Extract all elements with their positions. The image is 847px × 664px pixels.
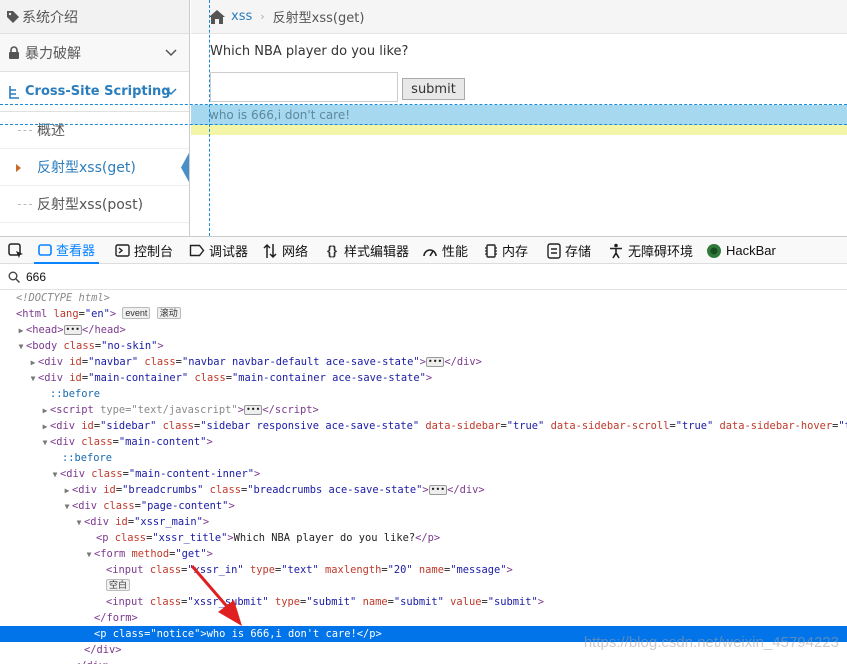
tree-line-before[interactable]: ::before — [0, 386, 847, 402]
tab-memory[interactable]: 内存 — [484, 237, 528, 264]
inspector-icon — [38, 243, 52, 256]
tree-line-doctype[interactable]: <!DOCTYPE html> — [0, 290, 847, 306]
tab-label: 内存 — [502, 244, 529, 259]
tab-network[interactable]: 网络 — [262, 237, 308, 264]
console-icon — [115, 244, 130, 257]
tree-line-whitespace[interactable]: 空白 — [0, 578, 847, 594]
sidebar-subitem-partial — [0, 223, 189, 236]
network-icon — [263, 243, 277, 258]
question-text: Which NBA player do you like? — [210, 44, 409, 59]
tab-label: HackBar — [726, 243, 776, 258]
tree-line-breadcrumbs[interactable]: ▶ <div id="breadcrumbs" class="breadcrumb… — [0, 482, 847, 498]
tree-line-xssr-main[interactable]: ▼ <div id="xssr_main"> — [0, 514, 847, 530]
tree-line-form-close[interactable]: </form> — [0, 610, 847, 626]
tag-icon — [7, 10, 19, 23]
breadcrumb-current: 反射型xss(get) — [272, 11, 365, 26]
accessibility-icon — [610, 243, 622, 258]
sidebar-item-label: 系统介绍 — [22, 9, 78, 26]
sidebar-item-xss[interactable]: Cross-Site Scripting — [0, 72, 189, 112]
active-arrow-icon — [181, 152, 189, 183]
tree-line-head[interactable]: ▶ <head> ••• </head> — [0, 322, 847, 338]
annotation-arrow — [190, 565, 242, 626]
inspector-guide-vertical — [209, 0, 210, 236]
breadcrumb-separator: › — [260, 10, 265, 23]
whitespace-badge[interactable]: 空白 — [106, 579, 131, 591]
sidebar-item-label: 暴力破解 — [25, 45, 81, 62]
submit-button[interactable]: submit — [402, 78, 465, 100]
search-icon — [8, 271, 20, 283]
breadcrumb-link-xss[interactable]: xss — [231, 9, 252, 24]
notice-text: who is 666,i don't care! — [209, 108, 351, 122]
tab-debugger[interactable]: 调试器 — [189, 237, 248, 264]
tab-inspector[interactable]: 查看器 — [34, 237, 100, 264]
tree-line-input-text[interactable]: <input class="xssr_in" type="text" maxle… — [0, 562, 847, 578]
sidebar-subitem-label: 反射型xss(get) — [37, 160, 136, 176]
tree-line-sidebar[interactable]: ▶ <div id="sidebar" class="sidebar respon… — [0, 418, 847, 434]
breadcrumb: xss › 反射型xss(get) — [191, 0, 847, 34]
tab-label: 样式编辑器 — [344, 244, 410, 259]
watermark-text: https://blog.csdn.net/weixin_45794223 — [583, 634, 839, 651]
tree-line-script[interactable]: ▶ <script type="text/javascript"> ••• </scr… — [0, 402, 847, 418]
sidebar-item-intro[interactable]: 系统介绍 — [0, 0, 189, 34]
sidebar-subitem-reflected-get[interactable]: 反射型xss(get) — [0, 149, 189, 186]
event-badge[interactable]: event — [122, 307, 151, 319]
sidebar: 系统介绍 暴力破解 Cross-Site Scripting 概述 反射型xss… — [0, 0, 190, 236]
braces-icon: {} — [326, 243, 338, 258]
sidebar-subitem-reflected-post[interactable]: 反射型xss(post) — [0, 186, 189, 223]
chevron-down-icon — [165, 87, 177, 95]
html-search-box[interactable]: 666 — [0, 264, 847, 290]
sidebar-subitem-overview[interactable]: 概述 — [0, 112, 189, 149]
tree-line-html[interactable]: <html lang="en"> event 滚动 — [0, 306, 847, 322]
screenshot: 系统介绍 暴力破解 Cross-Site Scripting 概述 反射型xss… — [0, 0, 847, 664]
inspector-guide-bottom — [0, 124, 847, 125]
inspector-guide-top — [0, 104, 847, 105]
sidebar-subitem-label: 反射型xss(post) — [37, 197, 144, 213]
tab-label: 无障碍环境 — [628, 244, 694, 259]
gauge-icon — [423, 248, 437, 256]
sidebar-subitem-label: 概述 — [37, 123, 65, 139]
pick-element-button[interactable] — [8, 237, 24, 264]
sidebar-item-bruteforce[interactable]: 暴力破解 — [0, 34, 189, 72]
tree-icon — [9, 85, 19, 99]
tree-line-page-content[interactable]: ▼ <div class="page-content"> — [0, 498, 847, 514]
caret-right-icon — [16, 164, 21, 172]
tab-label: 网络 — [282, 244, 309, 259]
message-input[interactable] — [210, 72, 398, 102]
tab-hackbar[interactable]: HackBar — [706, 237, 776, 264]
tree-line-main-content-inner[interactable]: ▼ <div class="main-content-inner"> — [0, 466, 847, 482]
tab-performance[interactable]: 性能 — [422, 237, 468, 264]
memory-chip-icon — [485, 243, 497, 258]
notice-margin-highlight — [191, 125, 847, 135]
lock-icon — [9, 45, 19, 59]
tab-label: 调试器 — [209, 244, 249, 259]
scroll-badge[interactable]: 滚动 — [156, 307, 181, 319]
tab-label: 控制台 — [134, 244, 174, 259]
tree-line-input-submit[interactable]: <input class="xssr_submit" type="submit"… — [0, 594, 847, 610]
tab-style-editor[interactable]: {} 样式编辑器 — [324, 237, 409, 264]
debugger-icon — [189, 244, 205, 257]
tree-line-div-close[interactable]: </div> — [0, 658, 847, 664]
tab-accessibility[interactable]: 无障碍环境 — [608, 237, 693, 264]
tab-label: 查看器 — [56, 243, 96, 258]
chevron-down-icon — [165, 48, 177, 56]
tree-line-body[interactable]: ▼ <body class="no-skin"> — [0, 338, 847, 354]
tree-line-main-container[interactable]: ▼ <div id="main-container" class="main-co… — [0, 370, 847, 386]
tab-label: 存储 — [565, 244, 592, 259]
tab-console[interactable]: 控制台 — [115, 237, 173, 264]
devtools-toolbar: 查看器 控制台 调试器 网络 {} 样式编辑器 性能 内存 存储 无障碍环境 H… — [0, 236, 847, 264]
search-input[interactable]: 666 — [26, 270, 46, 284]
hackbar-icon — [707, 243, 721, 258]
tree-line-main-content[interactable]: ▼ <div class="main-content"> — [0, 434, 847, 450]
sidebar-item-label: Cross-Site Scripting — [25, 84, 171, 99]
tab-label: 性能 — [442, 244, 469, 259]
tree-line-xssr-title[interactable]: <p class="xssr_title">Which NBA player d… — [0, 530, 847, 546]
pick-element-icon — [8, 242, 23, 258]
storage-icon — [547, 242, 561, 259]
dom-tree: <!DOCTYPE html> <html lang="en"> event 滚… — [0, 290, 847, 664]
tree-line-form[interactable]: ▼ <form method="get"> — [0, 546, 847, 562]
tab-storage[interactable]: 存储 — [547, 237, 591, 264]
home-icon[interactable] — [209, 9, 225, 24]
tree-line-navbar[interactable]: ▶ <div id="navbar" class="navbar navbar-d… — [0, 354, 847, 370]
tree-line-before[interactable]: ::before — [0, 450, 847, 466]
